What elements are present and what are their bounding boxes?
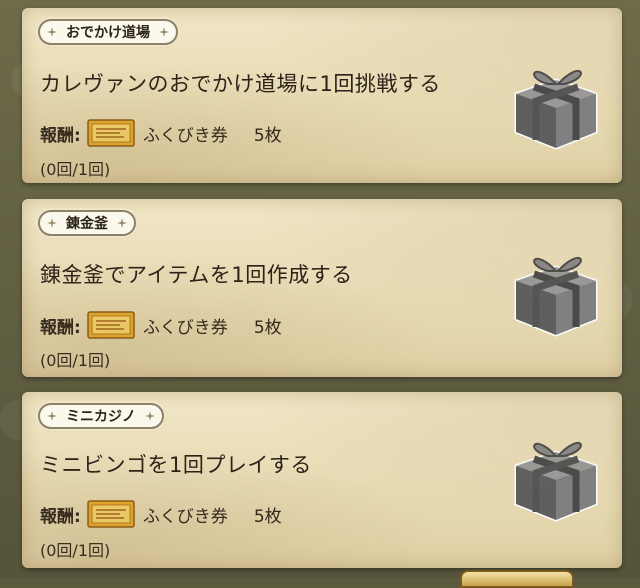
bottom-tab-button[interactable] [460, 570, 574, 588]
quest-title: カレヴァンのおでかけ道場に1回挑戦する [40, 72, 441, 96]
quest-category-tag: ミニカジノ [38, 403, 164, 429]
quest-title: ミニビンゴを1回プレイする [40, 453, 312, 477]
reward-quantity: 5枚 [253, 125, 282, 146]
quest-category-tag: 錬金釜 [38, 210, 136, 236]
reward-row: 報酬: ふくびき券 5枚 [40, 310, 282, 340]
tag-label: おでかけ道場 [66, 25, 150, 41]
tag-ornament-icon [144, 411, 155, 421]
tag-ornament-icon [47, 411, 57, 421]
gift-box-icon [514, 70, 598, 150]
lottery-ticket-icon [87, 311, 135, 339]
reward-row: 報酬: ふくびき券 5枚 [40, 118, 282, 148]
gift-box-icon [514, 257, 598, 337]
lottery-ticket-icon [87, 119, 135, 147]
reward-label: 報酬: [40, 506, 81, 527]
reward-label: 報酬: [40, 317, 81, 338]
quest-progress: (0回/1回) [40, 160, 111, 179]
reward-item-name: ふくびき券 [142, 125, 228, 146]
quest-title: 錬金釜でアイテムを1回作成する [40, 263, 353, 287]
quest-category-tag: おでかけ道場 [38, 19, 178, 45]
tag-ornament-icon [159, 27, 169, 37]
quest-progress: (0回/1回) [40, 351, 111, 370]
tag-ornament-icon [47, 218, 57, 228]
reward-item-name: ふくびき券 [142, 506, 228, 527]
reward-quantity: 5枚 [253, 317, 282, 338]
tag-ornament-icon [47, 27, 57, 37]
tag-ornament-icon [117, 218, 127, 228]
tag-label: 錬金釜 [66, 216, 108, 232]
quest-card[interactable]: 錬金釜 錬金釜でアイテムを1回作成する 報酬: ふくびき券 5枚 (0回/1回) [22, 199, 622, 377]
reward-item-name: ふくびき券 [142, 317, 228, 338]
reward-label: 報酬: [40, 125, 81, 146]
quest-card[interactable]: おでかけ道場 カレヴァンのおでかけ道場に1回挑戦する 報酬: ふくびき券 5枚 … [22, 8, 622, 183]
tag-label: ミニカジノ [66, 409, 136, 425]
reward-row: 報酬: ふくびき券 5枚 [40, 499, 282, 529]
reward-quantity: 5枚 [253, 506, 282, 527]
quest-progress: (0回/1回) [40, 541, 111, 560]
gift-box-icon [514, 442, 598, 522]
quest-card[interactable]: ミニカジノ ミニビンゴを1回プレイする 報酬: ふくびき券 5枚 (0回/1回) [22, 392, 622, 568]
lottery-ticket-icon [87, 500, 135, 528]
